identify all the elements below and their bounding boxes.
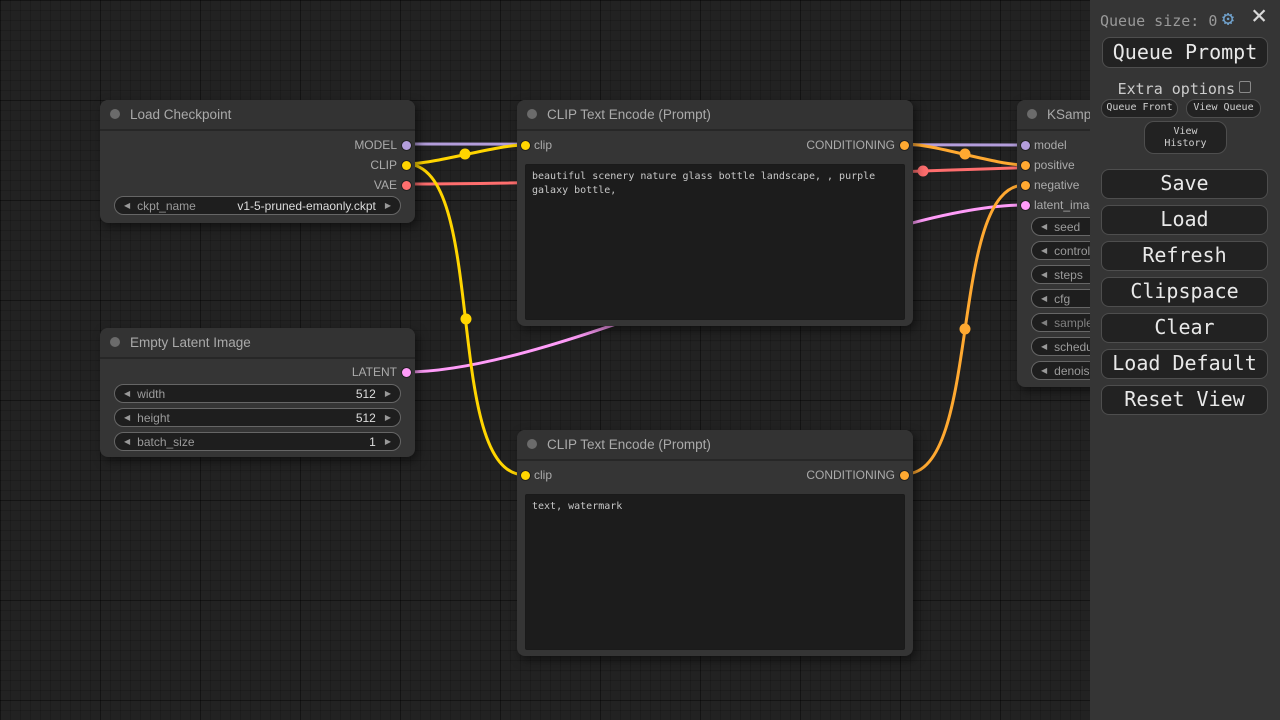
output-model: MODEL xyxy=(100,138,415,152)
output-conditioning: CONDITIONING xyxy=(517,468,913,482)
clipspace-button[interactable]: Clipspace xyxy=(1101,277,1268,307)
comfyui-canvas[interactable]: Load Checkpoint MODEL CLIP VAE ◀ ckpt_na… xyxy=(0,0,1280,720)
stepper-right-icon[interactable]: ▶ xyxy=(385,201,391,210)
stepper-right-icon[interactable]: ▶ xyxy=(385,389,391,398)
collapse-dot[interactable] xyxy=(527,439,537,449)
node-header[interactable]: CLIP Text Encode (Prompt) xyxy=(517,100,913,131)
stepper-left-icon[interactable]: ◀ xyxy=(1041,342,1047,351)
stepper-left-icon[interactable]: ◀ xyxy=(1041,270,1047,279)
collapse-dot[interactable] xyxy=(110,337,120,347)
port-dot-latent[interactable] xyxy=(1021,201,1030,210)
port-dot-conditioning[interactable] xyxy=(900,141,909,150)
refresh-button[interactable]: Refresh xyxy=(1101,241,1268,271)
collapse-dot[interactable] xyxy=(527,109,537,119)
stepper-left-icon[interactable]: ◀ xyxy=(1041,246,1047,255)
port-dot-conditioning[interactable] xyxy=(1021,161,1030,170)
link-dot xyxy=(460,149,471,160)
positive-prompt-textarea[interactable]: beautiful scenery nature glass bottle la… xyxy=(525,164,905,320)
link-dot xyxy=(918,166,929,177)
output-vae: VAE xyxy=(100,178,415,192)
queue-size-text: Queue size: 0 xyxy=(1100,12,1217,30)
queue-menu-panel: Queue size: 0 ⚙ × Queue Prompt Extra opt… xyxy=(1090,0,1280,720)
node-header[interactable]: Load Checkpoint xyxy=(100,100,415,131)
reset-view-button[interactable]: Reset View xyxy=(1101,385,1268,415)
output-conditioning: CONDITIONING xyxy=(517,138,913,152)
collapse-dot[interactable] xyxy=(1027,109,1037,119)
port-dot-vae[interactable] xyxy=(402,181,411,190)
node-title: Empty Latent Image xyxy=(130,328,251,357)
load-button[interactable]: Load xyxy=(1101,205,1268,235)
output-latent: LATENT xyxy=(100,365,415,379)
port-dot-latent[interactable] xyxy=(402,368,411,377)
view-history-button[interactable]: View History xyxy=(1144,121,1227,154)
collapse-dot[interactable] xyxy=(110,109,120,119)
port-dot-clip[interactable] xyxy=(402,161,411,170)
node-header[interactable]: Empty Latent Image xyxy=(100,328,415,359)
stepper-right-icon[interactable]: ▶ xyxy=(385,437,391,446)
port-dot-conditioning[interactable] xyxy=(900,471,909,480)
widget-height[interactable]: ◀ height 512 ▶ xyxy=(114,408,401,427)
stepper-left-icon[interactable]: ◀ xyxy=(1041,294,1047,303)
stepper-left-icon[interactable]: ◀ xyxy=(124,389,130,398)
view-queue-button[interactable]: View Queue xyxy=(1186,99,1261,118)
node-clip-text-encode-negative[interactable]: CLIP Text Encode (Prompt) clip CONDITION… xyxy=(517,430,913,656)
node-empty-latent-image[interactable]: Empty Latent Image LATENT ◀ width 512 ▶ … xyxy=(100,328,415,457)
output-clip: CLIP xyxy=(100,158,415,172)
negative-prompt-textarea[interactable]: text, watermark xyxy=(525,494,905,650)
port-dot-model[interactable] xyxy=(1021,141,1030,150)
widget-batch-size[interactable]: ◀ batch_size 1 ▶ xyxy=(114,432,401,451)
node-clip-text-encode-positive[interactable]: CLIP Text Encode (Prompt) clip CONDITION… xyxy=(517,100,913,326)
widget-ckpt-name[interactable]: ◀ ckpt_name v1-5-pruned-emaonly.ckpt ▶ xyxy=(114,196,401,215)
node-title: Load Checkpoint xyxy=(130,100,231,129)
link-dot xyxy=(960,149,971,160)
clear-button[interactable]: Clear xyxy=(1101,313,1268,343)
port-dot-model[interactable] xyxy=(402,141,411,150)
stepper-left-icon[interactable]: ◀ xyxy=(1041,318,1047,327)
extra-options-checkbox[interactable] xyxy=(1239,81,1251,93)
stepper-left-icon[interactable]: ◀ xyxy=(1041,222,1047,231)
node-title: CLIP Text Encode (Prompt) xyxy=(547,100,711,129)
settings-gear-icon[interactable]: ⚙ xyxy=(1222,8,1234,28)
stepper-left-icon[interactable]: ◀ xyxy=(124,201,130,210)
stepper-left-icon[interactable]: ◀ xyxy=(1041,366,1047,375)
link-dot xyxy=(461,314,472,325)
stepper-left-icon[interactable]: ◀ xyxy=(124,437,130,446)
link-dot xyxy=(960,324,971,335)
queue-front-button[interactable]: Queue Front xyxy=(1101,99,1178,118)
extra-options-label: Extra options xyxy=(1099,80,1235,98)
stepper-left-icon[interactable]: ◀ xyxy=(124,413,130,422)
node-load-checkpoint[interactable]: Load Checkpoint MODEL CLIP VAE ◀ ckpt_na… xyxy=(100,100,415,223)
queue-size-value: 0 xyxy=(1208,12,1217,30)
load-default-button[interactable]: Load Default xyxy=(1101,349,1268,379)
queue-prompt-button[interactable]: Queue Prompt xyxy=(1102,37,1268,68)
node-title: CLIP Text Encode (Prompt) xyxy=(547,430,711,459)
save-button[interactable]: Save xyxy=(1101,169,1268,199)
node-header[interactable]: CLIP Text Encode (Prompt) xyxy=(517,430,913,461)
port-dot-conditioning[interactable] xyxy=(1021,181,1030,190)
close-icon[interactable]: × xyxy=(1251,2,1267,29)
stepper-right-icon[interactable]: ▶ xyxy=(385,413,391,422)
widget-width[interactable]: ◀ width 512 ▶ xyxy=(114,384,401,403)
